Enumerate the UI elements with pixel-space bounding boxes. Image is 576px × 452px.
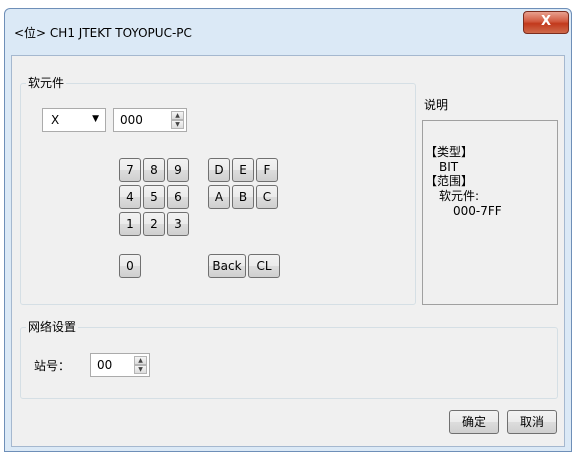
key-6[interactable]: 6 <box>167 185 189 209</box>
key-5[interactable]: 5 <box>143 185 165 209</box>
spin-down-icon[interactable]: ▼ <box>171 120 184 129</box>
key-a[interactable]: A <box>208 185 230 209</box>
station-number-value: 00 <box>97 358 113 372</box>
device-group-label: 软元件 <box>26 76 67 90</box>
type-header: 【类型】 <box>425 145 474 159</box>
close-button[interactable]: X <box>523 11 569 34</box>
title-bar: <位> CH1 JTEKT TOYOPUC-PC X <box>5 9 571 55</box>
key-2[interactable]: 2 <box>143 212 165 236</box>
back-button[interactable]: Back <box>208 254 246 278</box>
key-e[interactable]: E <box>232 158 254 182</box>
key-3[interactable]: 3 <box>167 212 189 236</box>
key-1[interactable]: 1 <box>119 212 141 236</box>
spin-up-icon[interactable]: ▲ <box>134 356 147 365</box>
station-number-spinner[interactable]: 00 ▲ ▼ <box>90 353 150 377</box>
window-title: <位> CH1 JTEKT TOYOPUC-PC <box>14 26 192 40</box>
spinner-buttons: ▲ ▼ <box>171 111 184 129</box>
range-value: 000-7FF <box>453 204 502 218</box>
device-type-value: X <box>51 113 60 127</box>
clear-button[interactable]: CL <box>248 254 280 278</box>
dialog-window: <位> CH1 JTEKT TOYOPUC-PC X 软元件 X ▼ 000 ▲… <box>4 8 572 452</box>
network-group-label: 网络设置 <box>26 320 79 334</box>
key-f[interactable]: F <box>256 158 278 182</box>
chevron-down-icon: ▼ <box>92 114 99 124</box>
key-4[interactable]: 4 <box>119 185 141 209</box>
range-header: 【范围】 <box>425 174 474 188</box>
ok-button[interactable]: 确定 <box>449 410 499 434</box>
key-d[interactable]: D <box>208 158 230 182</box>
spinner-buttons: ▲ ▼ <box>134 356 147 374</box>
key-c[interactable]: C <box>256 185 278 209</box>
spin-down-icon[interactable]: ▼ <box>134 365 147 374</box>
key-7[interactable]: 7 <box>119 158 141 182</box>
station-number-label: 站号： <box>34 359 71 373</box>
device-type-dropdown[interactable]: X ▼ <box>42 108 106 132</box>
key-b[interactable]: B <box>232 185 254 209</box>
key-8[interactable]: 8 <box>143 158 165 182</box>
device-address-value: 000 <box>120 113 143 127</box>
description-label: 说明 <box>424 98 449 112</box>
key-9[interactable]: 9 <box>167 158 189 182</box>
key-0[interactable]: 0 <box>119 254 141 278</box>
description-box: 【类型】 BIT 【范围】 软元件: 000-7FF <box>422 120 558 305</box>
dialog-client-area: 软元件 X ▼ 000 ▲ ▼ 7 8 9 4 5 6 1 2 3 0 D E … <box>11 55 565 447</box>
device-address-spinner[interactable]: 000 ▲ ▼ <box>113 108 187 132</box>
range-device-label: 软元件: <box>439 189 480 203</box>
spin-up-icon[interactable]: ▲ <box>171 111 184 120</box>
type-value: BIT <box>439 160 459 174</box>
cancel-button[interactable]: 取消 <box>507 410 557 434</box>
